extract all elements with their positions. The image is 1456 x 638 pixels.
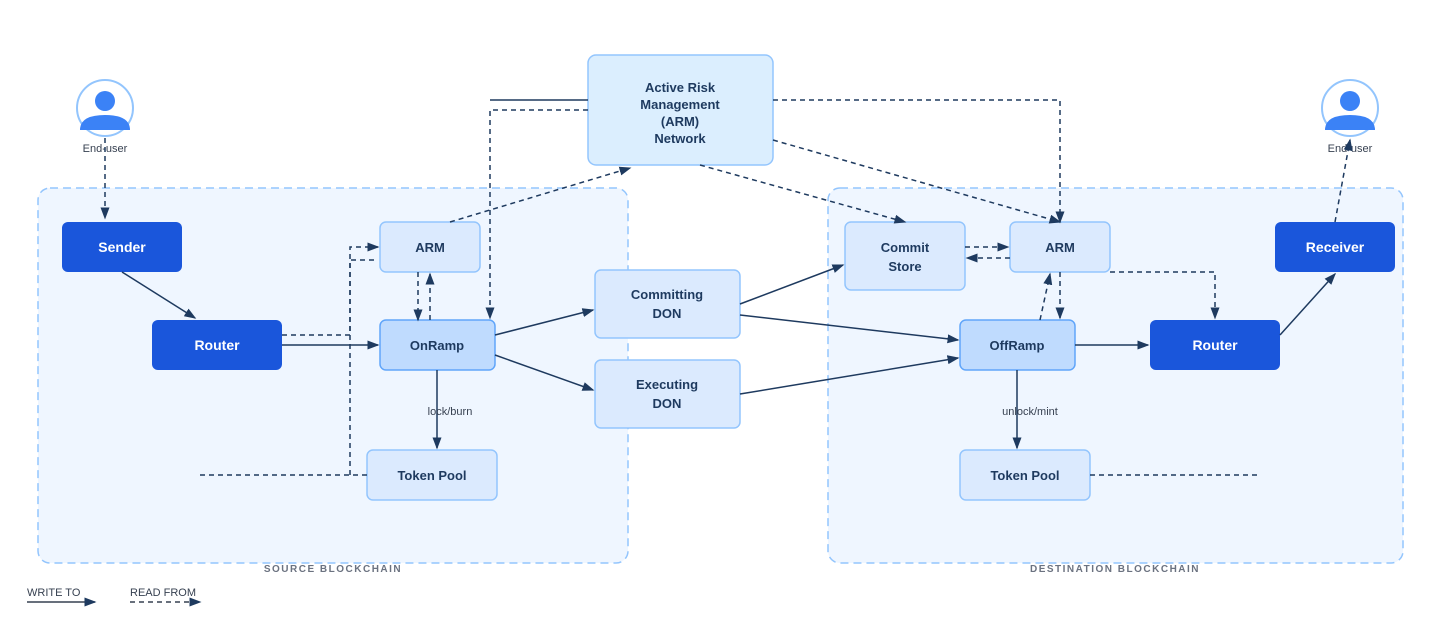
end-user-right-body [1325, 115, 1375, 130]
commit-store-box [845, 222, 965, 290]
arm-network-label3: (ARM) [661, 114, 699, 129]
committing-don-label1: Committing [631, 287, 703, 302]
token-pool-right-label: Token Pool [990, 468, 1059, 483]
source-blockchain-label: SOURCE BLOCKCHAIN [264, 564, 402, 575]
destination-blockchain-label: DESTINATION BLOCKCHAIN [1030, 564, 1200, 575]
router-right-label: Router [1192, 337, 1238, 353]
offramp-label: OffRamp [990, 338, 1045, 353]
executing-don-box [595, 360, 740, 428]
diagram-container: Active Risk Management (ARM) Network End… [0, 0, 1456, 638]
arm-right-label: ARM [1045, 240, 1075, 255]
receiver-label: Receiver [1306, 239, 1365, 255]
lock-burn-label: lock/burn [428, 406, 473, 418]
token-pool-left-label: Token Pool [397, 468, 466, 483]
arm-network-label: Active Risk [645, 80, 716, 95]
unlock-mint-label: unlock/mint [1002, 406, 1058, 418]
arm-network-label2: Management [640, 97, 720, 112]
end-user-right-head [1340, 91, 1360, 111]
executing-don-label2: DON [653, 396, 682, 411]
onramp-label: OnRamp [410, 338, 464, 353]
commit-store-label1: Commit [881, 240, 930, 255]
legend-read-from-label: READ FROM [130, 587, 196, 599]
legend-write-to-label: WRITE TO [27, 587, 81, 599]
arm-left-label: ARM [415, 240, 445, 255]
commit-store-label2: Store [888, 259, 921, 274]
end-user-right-label: End-user [1328, 143, 1373, 155]
executing-don-label1: Executing [636, 377, 698, 392]
end-user-left-body [80, 115, 130, 130]
sender-label: Sender [98, 239, 146, 255]
arm-network-label4: Network [654, 131, 706, 146]
end-user-left-head [95, 91, 115, 111]
committing-don-label2: DON [653, 306, 682, 321]
router-left-label: Router [194, 337, 240, 353]
committing-don-box [595, 270, 740, 338]
